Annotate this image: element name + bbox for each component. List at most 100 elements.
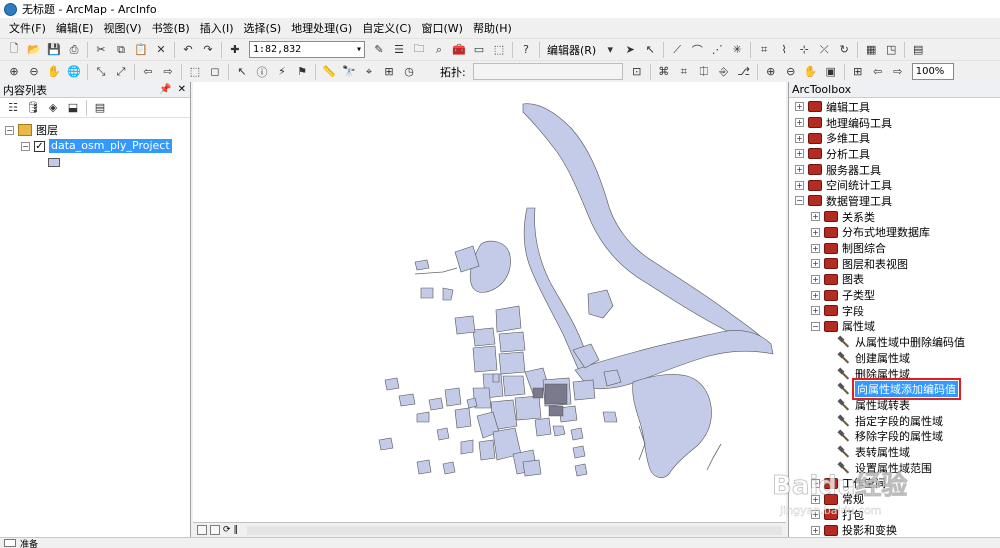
- error-inspector-icon[interactable]: ⎆: [716, 64, 732, 80]
- expand-icon[interactable]: +: [795, 133, 804, 143]
- expand-icon[interactable]: +: [811, 494, 820, 504]
- topology-dropdown[interactable]: [472, 63, 623, 80]
- layout-back-icon[interactable]: ⇦: [870, 64, 886, 80]
- point-icon[interactable]: ✳: [729, 42, 745, 58]
- pin-icon[interactable]: 📌: [159, 84, 171, 95]
- layout-zoom-out-icon[interactable]: ⊖: [783, 64, 799, 80]
- tool-assign-domain-to-field[interactable]: 指定字段的属性域: [789, 413, 1000, 429]
- menu-insert[interactable]: 插入(I): [195, 19, 239, 38]
- toolset-distributed-geodatabase[interactable]: + 分布式地理数据库: [789, 225, 1000, 241]
- copy-icon[interactable]: ⧉: [113, 42, 129, 58]
- pan-icon[interactable]: ✋: [46, 64, 62, 80]
- attributes-icon[interactable]: ▦: [863, 42, 879, 58]
- menu-file[interactable]: 文件(F): [4, 19, 51, 38]
- toolset-graph[interactable]: + 图表: [789, 272, 1000, 288]
- paste-icon[interactable]: 📋: [133, 42, 149, 58]
- tool-remove-domain-from-field[interactable]: 移除字段的属性域: [789, 428, 1000, 444]
- editor-menu-button[interactable]: 编辑器(R): [543, 42, 600, 58]
- expand-icon[interactable]: +: [795, 180, 804, 190]
- zoom-whole-page-icon[interactable]: ▣: [823, 64, 839, 80]
- clear-selection-icon[interactable]: ◻: [207, 64, 223, 80]
- expand-icon[interactable]: +: [811, 478, 820, 488]
- toolbox-data-management[interactable]: − 数据管理工具: [789, 193, 1000, 209]
- identify-icon[interactable]: ⓘ: [254, 64, 270, 80]
- toolset-domains[interactable]: − 属性域: [789, 319, 1000, 335]
- layout-zoom-dropdown[interactable]: 100%: [911, 63, 954, 80]
- refresh-icon[interactable]: ⟳: [223, 525, 231, 535]
- find-icon[interactable]: 🔭: [341, 64, 357, 80]
- data-view-button[interactable]: [197, 525, 207, 535]
- toolset-workspace[interactable]: + 工作空间: [789, 476, 1000, 492]
- layer-visibility-checkbox[interactable]: ✓: [34, 140, 45, 152]
- go-forward-icon[interactable]: ⇨: [160, 64, 176, 80]
- search-window-icon[interactable]: ⌕: [431, 42, 447, 58]
- layout-zoom-in-icon[interactable]: ⊕: [763, 64, 779, 80]
- delete-icon[interactable]: ✕: [153, 42, 169, 58]
- tool-delete-coded-value[interactable]: 从属性域中删除编码值: [789, 334, 1000, 350]
- topology-edit-tool-icon[interactable]: ⌘: [656, 64, 672, 80]
- expand-icon[interactable]: +: [811, 259, 820, 269]
- fix-topology-error-icon[interactable]: ⎇: [736, 64, 752, 80]
- endpoint-arc-icon[interactable]: ⌒: [689, 42, 705, 58]
- toolset-generalization[interactable]: + 制图综合: [789, 240, 1000, 256]
- menu-windows[interactable]: 窗口(W): [417, 19, 468, 38]
- tool-delete-domain[interactable]: 删除属性域: [789, 366, 1000, 382]
- chevron-down-icon[interactable]: ▾: [602, 42, 618, 58]
- menu-customize[interactable]: 自定义(C): [357, 19, 416, 38]
- html-popup-icon[interactable]: ⚡: [274, 64, 290, 80]
- layers-group-row[interactable]: − 图层: [0, 122, 190, 138]
- measure-icon[interactable]: 📏: [321, 64, 337, 80]
- fixed-zoom-in-icon[interactable]: ⤡: [93, 64, 109, 80]
- toc-options-icon[interactable]: ▤: [92, 100, 108, 116]
- tool-domain-to-table[interactable]: 属性域转表: [789, 397, 1000, 413]
- list-by-source-icon[interactable]: 🛢: [25, 100, 41, 116]
- expand-icon[interactable]: +: [811, 306, 820, 316]
- menu-help[interactable]: 帮助(H): [468, 19, 517, 38]
- go-to-xy-icon[interactable]: ⊞: [381, 64, 397, 80]
- edit-tool-icon[interactable]: ➤: [622, 42, 638, 58]
- menu-geoprocessing[interactable]: 地理处理(G): [286, 19, 357, 38]
- toolset-relationship-classes[interactable]: + 关系类: [789, 209, 1000, 225]
- table-of-contents-icon[interactable]: ☰: [391, 42, 407, 58]
- menu-view[interactable]: 视图(V): [98, 19, 146, 38]
- select-elements-icon[interactable]: ↖: [234, 64, 250, 80]
- toolbox-multidimension[interactable]: + 多维工具: [789, 130, 1000, 146]
- toolset-fields[interactable]: + 字段: [789, 303, 1000, 319]
- time-slider-icon[interactable]: ◷: [401, 64, 417, 80]
- expand-icon[interactable]: +: [811, 290, 820, 300]
- expand-icon[interactable]: +: [795, 165, 804, 175]
- collapse-icon[interactable]: −: [811, 321, 820, 331]
- zoom-in-icon[interactable]: ⊕: [6, 64, 22, 80]
- zoom-out-icon[interactable]: ⊖: [26, 64, 42, 80]
- create-features-icon[interactable]: ▤: [910, 42, 926, 58]
- catalog-icon[interactable]: 🗀: [411, 42, 427, 58]
- tool-set-value-for-range-domain[interactable]: 设置属性域范围: [789, 460, 1000, 476]
- print-icon[interactable]: ⎙: [66, 42, 82, 58]
- show-shared-features-icon[interactable]: ⌗: [676, 64, 692, 80]
- toolset-subtypes[interactable]: + 子类型: [789, 287, 1000, 303]
- collapse-icon[interactable]: −: [5, 125, 14, 135]
- redo-icon[interactable]: ↷: [200, 42, 216, 58]
- select-features-icon[interactable]: ⬚: [187, 64, 203, 80]
- layout-forward-icon[interactable]: ⇨: [890, 64, 906, 80]
- python-window-icon[interactable]: ▭: [471, 42, 487, 58]
- save-icon[interactable]: 💾: [46, 42, 62, 58]
- expand-icon[interactable]: +: [811, 525, 820, 535]
- toolset-projections[interactable]: + 投影和变换: [789, 523, 1000, 537]
- list-by-selection-icon[interactable]: ⬓: [65, 100, 81, 116]
- collapse-icon[interactable]: −: [795, 196, 804, 206]
- layout-view-button[interactable]: [210, 525, 220, 535]
- trace-icon[interactable]: ⋰: [709, 42, 725, 58]
- list-by-visibility-icon[interactable]: ◈: [45, 100, 61, 116]
- collapse-icon[interactable]: −: [21, 141, 30, 151]
- split-icon[interactable]: ⤫: [816, 42, 832, 58]
- map-topology-icon[interactable]: ⊡: [629, 64, 645, 80]
- expand-icon[interactable]: +: [795, 102, 804, 112]
- arctoolbox-icon[interactable]: 🧰: [451, 42, 467, 58]
- whats-this-icon[interactable]: ?: [518, 42, 534, 58]
- expand-icon[interactable]: +: [795, 118, 804, 128]
- expand-icon[interactable]: +: [811, 274, 820, 284]
- layer-symbol-swatch[interactable]: [48, 157, 60, 167]
- toolbox-server[interactable]: + 服务器工具: [789, 162, 1000, 178]
- go-back-icon[interactable]: ⇦: [140, 64, 156, 80]
